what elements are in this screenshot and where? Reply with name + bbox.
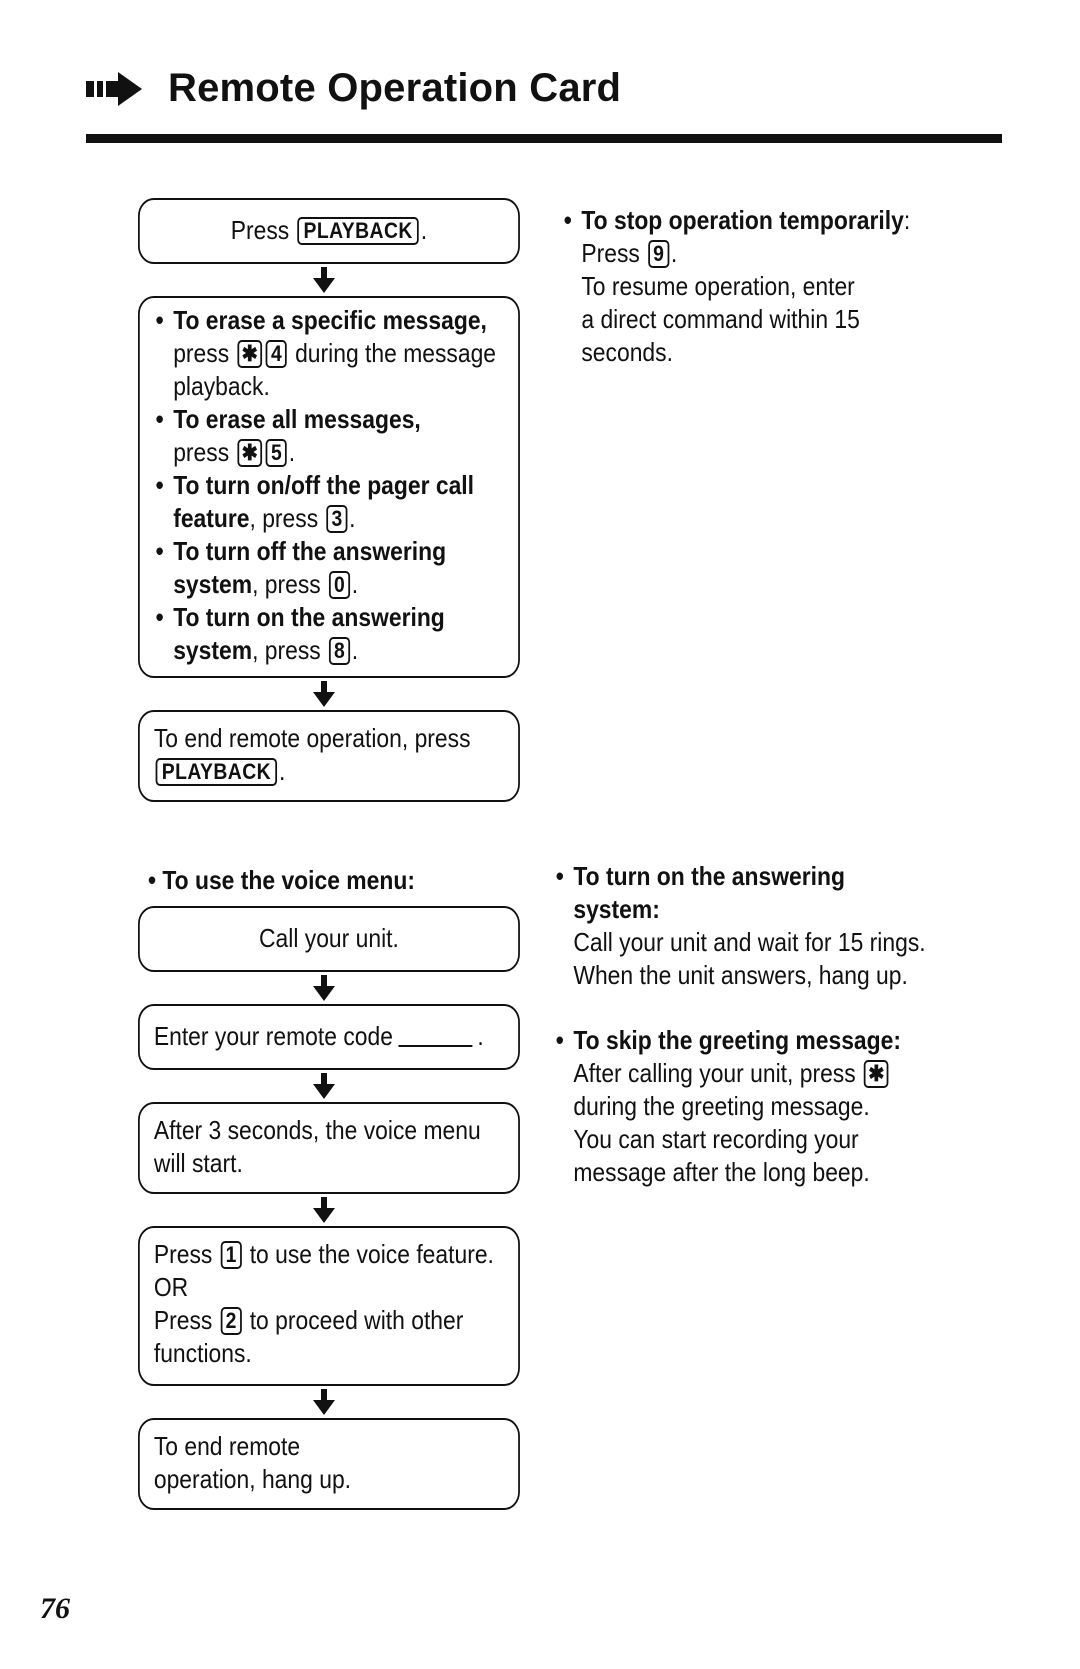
down-arrow-icon	[128, 1386, 520, 1418]
playback-flowchart: Press PLAYBACK. To erase a specific mess…	[138, 198, 520, 802]
down-arrow-icon	[128, 1194, 520, 1226]
key-9: 9	[647, 240, 670, 268]
key-3: 3	[326, 505, 348, 533]
span-text: to use the voice feature.	[249, 1239, 494, 1269]
key-8: 8	[328, 637, 350, 665]
down-arrow-icon	[128, 264, 520, 296]
option-erase-specific: To erase a specific message, press ✱4 du…	[154, 304, 504, 403]
remote-code-blank	[398, 1045, 473, 1047]
down-arrow-icon	[128, 1070, 520, 1102]
span-text: Press	[153, 1239, 213, 1269]
star-key: ✱	[237, 340, 263, 368]
b-text: To stop operation temporarily	[581, 205, 904, 235]
step-enter-remote-code: Enter your remote code.	[138, 1004, 520, 1070]
option-pager-call: To turn on/off the pager call feature, p…	[154, 469, 504, 535]
option-turn-on-answering: To turn on the answering system, press 8…	[154, 601, 504, 667]
span-text: Press	[153, 1305, 213, 1335]
step-voice-options: Press 1 to use the voice feature. OR Pre…	[138, 1226, 520, 1386]
b-text: To turn on the answering system:	[573, 861, 845, 924]
span-text: press	[173, 437, 230, 467]
span-text: .	[349, 503, 356, 533]
span-text: :	[903, 205, 911, 235]
span-text: To end remote operation, press	[153, 723, 471, 753]
b-text: To erase a specific message,	[173, 305, 487, 335]
bullet-item-text: To stop operation temporarily: Press 9. …	[562, 204, 914, 369]
star-key: ✱	[863, 1060, 889, 1088]
span-text: Enter your remote code	[153, 1021, 393, 1051]
span-text: Call your unit and wait for 15 rings. Wh…	[573, 927, 926, 990]
span-text: during the greeting message. You can sta…	[573, 1091, 870, 1187]
star-key: ✱	[237, 439, 263, 467]
b-text: To skip the greeting message:	[573, 1025, 901, 1055]
svg-text	[313, 1389, 335, 1415]
span-text: , press	[249, 503, 319, 533]
page-title: Remote Operation Card	[168, 66, 622, 110]
svg-text	[313, 681, 335, 707]
key-2: 2	[220, 1307, 242, 1335]
span-text: .	[670, 238, 678, 268]
span-text: OR	[153, 1272, 189, 1302]
option-turn-off-answering: To turn off the answering system, press …	[154, 535, 504, 601]
step-hang-up: To end remote operation, hang up.	[138, 1418, 520, 1510]
b-text: To turn on/off the pager call feature	[173, 470, 475, 533]
span-text: .	[278, 756, 286, 786]
svg-text	[313, 267, 335, 293]
option-erase-all: To erase all messages, press ✱5.	[154, 403, 504, 469]
right-arrow-icon	[86, 71, 142, 106]
b-text: To erase all messages,	[173, 404, 421, 434]
down-arrow-icon	[128, 972, 520, 1004]
svg-text	[313, 1073, 335, 1099]
span-text: press	[173, 338, 230, 368]
svg-text	[313, 1197, 335, 1223]
answering-tips: To turn on the answering system: Call yo…	[554, 860, 932, 1189]
span-text: .	[288, 437, 296, 467]
step-end-remote-playback: To end remote operation, press PLAYBACK.	[138, 710, 520, 802]
span-text: To end remote operation, hang up.	[153, 1431, 352, 1494]
span-text: , press	[252, 635, 321, 665]
key-1: 1	[220, 1241, 242, 1269]
span-text: .	[477, 1021, 484, 1051]
page-header: Remote Operation Card	[86, 66, 621, 111]
voice-menu-label: • To use the voice menu:	[148, 865, 415, 896]
span-text: Press	[581, 238, 640, 268]
key-5: 5	[265, 439, 287, 467]
down-arrow-icon	[128, 678, 520, 710]
span-text: To resume operation, enter a direct comm…	[581, 271, 860, 367]
key-4: 4	[265, 340, 287, 368]
span-text: Press	[230, 215, 290, 245]
span-text: After calling your unit, press	[573, 1058, 856, 1088]
span-text: To use the voice menu:	[162, 865, 415, 895]
span-text: .	[351, 635, 359, 665]
playback-key: PLAYBACK	[155, 758, 278, 786]
step-voice-menu-start: After 3 seconds, the voice menu will sta…	[138, 1102, 520, 1194]
span-text: •	[148, 865, 163, 895]
step-playback-options: To erase a specific message, press ✱4 du…	[138, 296, 520, 678]
header-rule	[86, 134, 1002, 143]
span-text: .	[351, 569, 359, 599]
span-text: , press	[252, 569, 321, 599]
key-0: 0	[328, 571, 350, 599]
body-text: { "header": { "icon": "right-arrow-icon"…	[0, 0, 1080, 1669]
svg-text	[313, 975, 335, 1001]
stop-temporarily-note: To stop operation temporarily: Press 9. …	[562, 204, 914, 369]
step-press-playback: Press PLAYBACK.	[138, 198, 520, 264]
voice-menu-flowchart: Call your unit. Enter your remote code. …	[138, 906, 520, 1510]
tip-skip-greeting: To skip the greeting message: After call…	[554, 1024, 932, 1189]
span-text: .	[420, 215, 428, 245]
tip-turn-on-answering: To turn on the answering system: Call yo…	[554, 860, 932, 992]
playback-key: PLAYBACK	[297, 217, 419, 245]
page-number: 76	[40, 1592, 70, 1625]
step-call-unit: Call your unit.	[138, 906, 520, 972]
